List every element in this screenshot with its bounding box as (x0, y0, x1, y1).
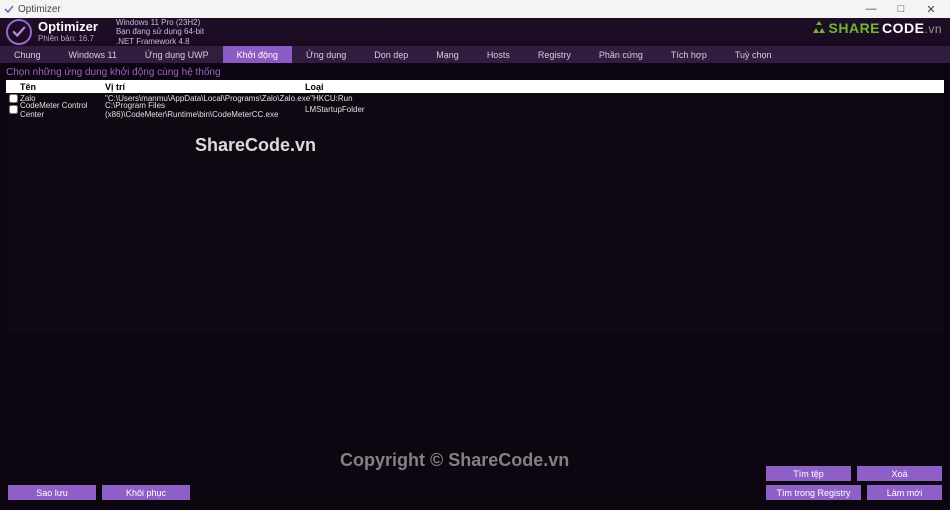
tab-tuỳ-chọn[interactable]: Tuỳ chọn (721, 46, 786, 63)
copyright-watermark: Copyright © ShareCode.vn (340, 450, 569, 471)
brand-logo: SHARECODE.vn (811, 20, 942, 39)
window-close-button[interactable]: ✕ (916, 3, 946, 16)
tab-registry[interactable]: Registry (524, 46, 585, 63)
tab-chung[interactable]: Chung (0, 46, 55, 63)
tab-dọn-dẹp[interactable]: Dọn dẹp (360, 46, 422, 63)
restore-button[interactable]: Khôi phục (102, 485, 190, 500)
row-checkbox[interactable] (9, 105, 18, 114)
table-row[interactable]: CodeMeter Control CenterC:\Program Files… (6, 104, 944, 115)
tab-tích-hợp[interactable]: Tích hợp (657, 46, 721, 63)
recycle-icon (811, 20, 827, 39)
startup-table: Tên Vị trí Loại Zalo"C:\Users\manmu\AppD… (6, 80, 944, 333)
window-titlebar: Optimizer — □ ✕ (0, 0, 950, 18)
system-dotnet: .NET Framework 4.8 (116, 37, 204, 46)
app-version: Phiên bản: 16.7 (38, 35, 98, 44)
app-header: Optimizer Phiên bản: 16.7 Windows 11 Pro… (0, 18, 950, 46)
tab-khởi-động[interactable]: Khởi động (223, 46, 292, 63)
tab-mạng[interactable]: Mạng (422, 46, 473, 63)
tab-bar: ChungWindows 11Ứng dụng UWPKhởi độngỨng … (0, 46, 950, 63)
window-minimize-button[interactable]: — (856, 3, 886, 15)
tab-phần-cứng[interactable]: Phần cứng (585, 46, 657, 63)
column-type[interactable]: Loại (305, 82, 944, 92)
column-path[interactable]: Vị trí (105, 82, 305, 92)
row-type: HKCU:Run (313, 94, 944, 103)
row-name: CodeMeter Control Center (20, 101, 105, 119)
tab-windows-11[interactable]: Windows 11 (55, 46, 131, 63)
refresh-button[interactable]: Làm mới (867, 485, 942, 500)
find-file-button[interactable]: Tìm tệp (766, 466, 851, 481)
system-arch: Bạn đang sử dụng 64-bit (116, 27, 204, 36)
row-checkbox[interactable] (9, 94, 18, 103)
table-header: Tên Vị trí Loại (6, 80, 944, 93)
table-body: Zalo"C:\Users\manmu\AppData\Local\Progra… (6, 93, 944, 333)
page-subtitle: Chọn những ứng dụng khởi động cùng hệ th… (0, 63, 950, 80)
find-registry-button[interactable]: Tìm trong Registry (766, 485, 861, 500)
app-icon (4, 4, 14, 14)
window-title: Optimizer (18, 4, 61, 15)
row-path: C:\Program Files (x86)\CodeMeter\Runtime… (105, 101, 305, 119)
delete-button[interactable]: Xoá (857, 466, 942, 481)
row-type: LMStartupFolder (305, 105, 944, 114)
backup-button[interactable]: Sao lưu (8, 485, 96, 500)
system-info: Windows 11 Pro (23H2) Bạn đang sử dụng 6… (116, 18, 204, 46)
system-os: Windows 11 Pro (23H2) (116, 18, 204, 27)
window-maximize-button[interactable]: □ (886, 3, 916, 15)
bottom-right-buttons: Tìm tệp Xoá Tìm trong Registry Làm mới (766, 466, 942, 500)
tab-ứng-dụng-uwp[interactable]: Ứng dụng UWP (131, 46, 223, 63)
tab-ứng-dụng[interactable]: Ứng dụng (292, 46, 360, 63)
app-name: Optimizer (38, 20, 98, 34)
column-name[interactable]: Tên (20, 82, 105, 92)
logo-icon (6, 19, 32, 45)
tab-hosts[interactable]: Hosts (473, 46, 524, 63)
